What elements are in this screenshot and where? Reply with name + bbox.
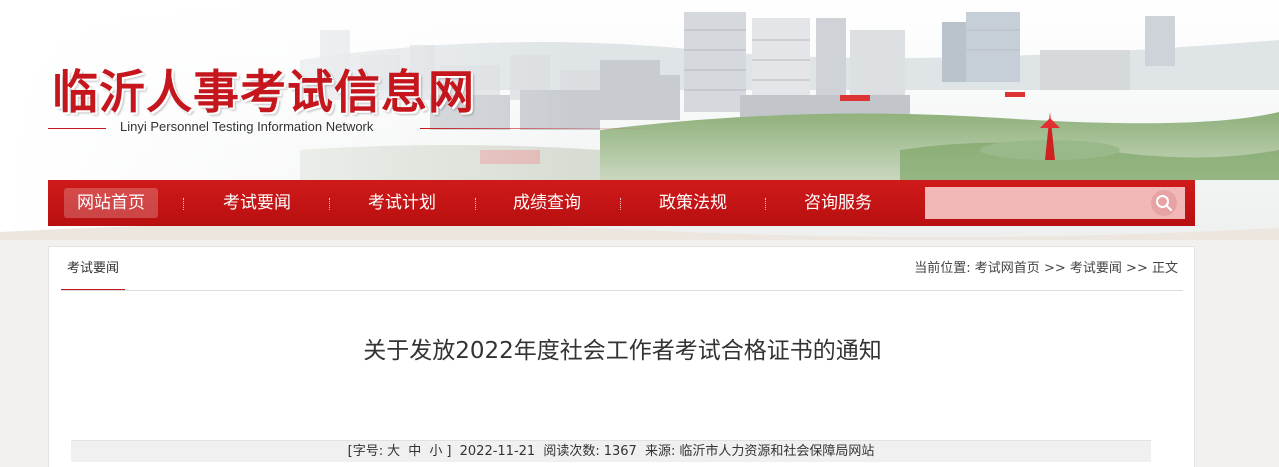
site-logo-subtitle: Linyi Personnel Testing Information Netw… [120, 119, 374, 134]
breadcrumb: 当前位置: 考试网首页 >> 考试要闻 >> 正文 [914, 247, 1178, 291]
nav-separator [620, 198, 621, 210]
logo-underline-left [48, 128, 106, 129]
breadcrumb-section-link[interactable]: 考试要闻 [1070, 261, 1122, 276]
breadcrumb-prefix: 当前位置: [914, 261, 971, 276]
nav-separator [329, 198, 330, 210]
breadcrumb-separator: >> [1043, 261, 1066, 276]
nav-item-home[interactable]: 网站首页 [64, 188, 158, 218]
nav-item-consult[interactable]: 咨询服务 [791, 188, 885, 218]
source-value: 临沂市人力资源和社会保障局网站 [679, 444, 875, 459]
article-meta-bar: [字号: 大 中 小] 2022-11-21 阅读次数: 1367 来源: 临沂市人力… [71, 440, 1151, 462]
nav-item-exam-plan[interactable]: 考试计划 [355, 188, 449, 218]
font-size-label: [字号: [347, 444, 384, 459]
nav-item-score-query[interactable]: 成绩查询 [500, 188, 594, 218]
nav-separator [765, 198, 766, 210]
font-size-small-button[interactable]: 小 [429, 444, 442, 459]
breadcrumb-home-link[interactable]: 考试网首页 [975, 261, 1040, 276]
nav-separator [183, 198, 184, 210]
main-nav: 网站首页 考试要闻 考试计划 成绩查询 政策法规 咨询服务 [48, 180, 1195, 226]
search-input[interactable] [925, 187, 1185, 219]
site-logo-title: 临沂人事考试信息网 [52, 65, 475, 119]
views-label: 阅读次数: [543, 444, 600, 459]
search-button[interactable] [1151, 190, 1177, 216]
nav-separator [475, 198, 476, 210]
breadcrumb-current: 正文 [1151, 261, 1178, 276]
search-icon [1156, 195, 1173, 212]
breadcrumb-separator: >> [1126, 261, 1148, 276]
views-count: 1367 [603, 444, 637, 459]
logo-underline-right [420, 128, 650, 129]
publish-date: 2022-11-21 [459, 444, 536, 459]
article-panel: 考试要闻 当前位置: 考试网首页 >> 考试要闻 >> 正文 关于发放2022年… [48, 246, 1195, 467]
font-size-medium-button[interactable]: 中 [408, 444, 421, 459]
tab-exam-news[interactable]: 考试要闻 [61, 247, 126, 291]
nav-item-policy[interactable]: 政策法规 [646, 188, 740, 218]
article-title: 关于发放2022年度社会工作者考试合格证书的通知 [363, 338, 882, 364]
source-label: 来源: [644, 444, 676, 459]
font-size-large-button[interactable]: 大 [387, 444, 400, 459]
nav-item-exam-news[interactable]: 考试要闻 [210, 188, 304, 218]
font-size-suffix: ] [446, 444, 452, 459]
